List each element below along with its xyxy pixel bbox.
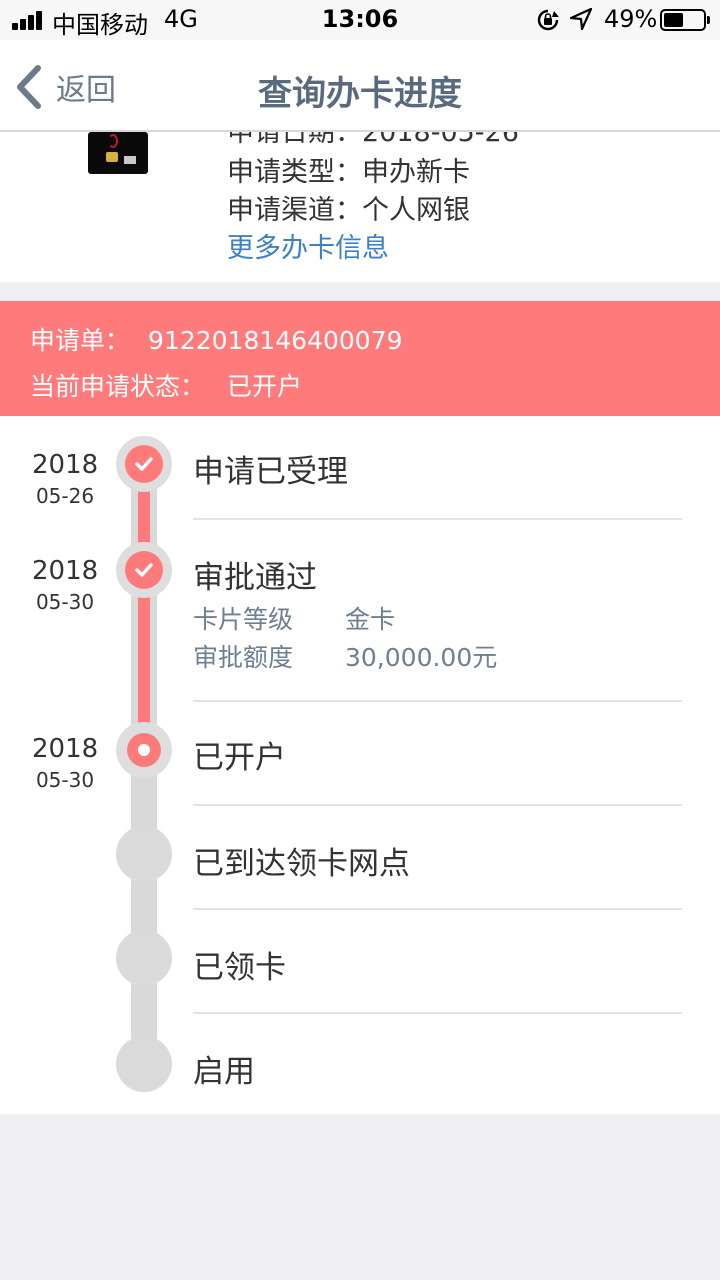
step-title: 已开户 — [193, 740, 286, 776]
status-row: 当前申请状态： 已开户 — [30, 367, 302, 403]
status-bar: 中国移动 4G 13:06 49% — [0, 0, 720, 40]
credit-card-thumbnail — [88, 132, 148, 174]
order-label: 申请单： — [30, 326, 131, 355]
step-title: 已领卡 — [193, 950, 286, 986]
detail-value-credit-limit: 30,000.00元 — [345, 643, 498, 672]
divider — [193, 700, 682, 702]
step-current-node — [116, 722, 172, 778]
divider — [193, 908, 682, 910]
battery-icon — [660, 9, 710, 31]
detail-value-card-level: 金卡 — [345, 605, 396, 634]
step-title: 审批通过 — [193, 560, 317, 596]
step-date: 05-30 — [35, 590, 95, 614]
step-title: 已到达领卡网点 — [193, 846, 410, 882]
step-year: 2018 — [32, 450, 99, 480]
application-status-banner: 申请单： 9122018146400079 当前申请状态： 已开户 — [0, 301, 720, 416]
step-year: 2018 — [32, 556, 99, 586]
divider — [193, 1012, 682, 1014]
application-type: 申请类型：申办新卡 — [227, 157, 470, 188]
detail-label-card-level: 卡片等级 — [193, 605, 294, 634]
step-done-node — [116, 542, 172, 598]
more-card-info-link[interactable]: 更多办卡信息 — [227, 226, 389, 265]
order-number: 9122018146400079 — [148, 326, 403, 355]
timeline-progress — [138, 464, 150, 754]
check-icon — [135, 563, 153, 577]
progress-timeline: 2018 05-26 申请已受理 2018 05-30 审批通过 卡片等级 金卡… — [0, 416, 720, 1114]
status-value: 已开户 — [227, 372, 303, 401]
step-date: 05-30 — [35, 768, 95, 792]
location-arrow-icon — [570, 8, 592, 30]
card-info-section: 申请日期：2018-05-26 申请类型：申办新卡 申请渠道：个人网银 更多办卡… — [0, 132, 720, 282]
step-pending-node — [116, 930, 172, 986]
divider — [193, 804, 682, 806]
application-channel: 申请渠道：个人网银 — [227, 195, 470, 226]
check-icon — [135, 457, 153, 471]
rotation-lock-icon — [537, 9, 559, 31]
application-date: 申请日期：2018-05-26 — [227, 132, 519, 148]
order-row: 申请单： 9122018146400079 — [30, 321, 403, 357]
step-title: 启用 — [193, 1054, 255, 1090]
step-pending-node — [116, 826, 172, 882]
battery-percent: 49% — [604, 5, 658, 33]
status-label: 当前申请状态： — [30, 372, 206, 401]
step-year: 2018 — [32, 734, 99, 764]
battery-fill — [664, 13, 683, 27]
divider — [193, 518, 682, 520]
detail-label-credit-limit: 审批额度 — [193, 643, 294, 672]
navigation-bar: 返回 查询办卡进度 — [0, 40, 720, 132]
step-done-node — [116, 436, 172, 492]
current-dot-icon — [138, 744, 150, 756]
step-pending-node — [116, 1036, 172, 1092]
step-title: 申请已受理 — [193, 454, 348, 490]
step-date: 05-26 — [35, 484, 95, 508]
page-title: 查询办卡进度 — [258, 74, 462, 114]
